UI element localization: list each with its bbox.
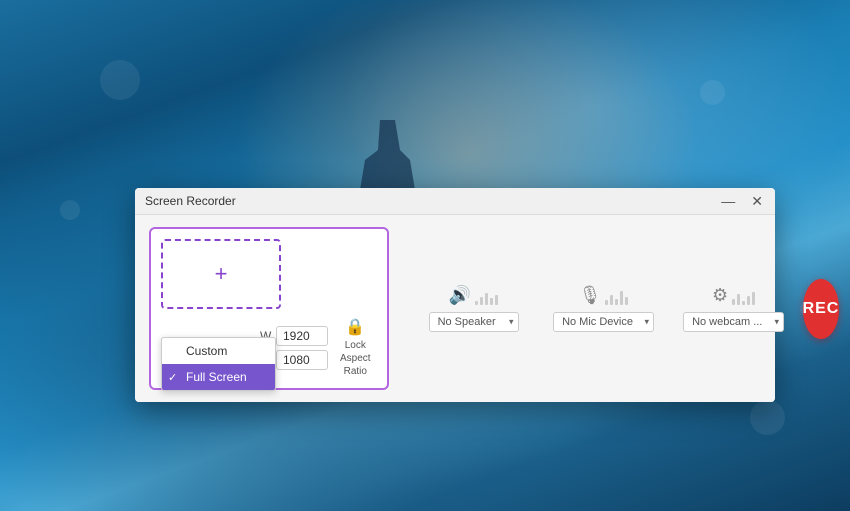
mic-icons-row: 🎙 [579, 285, 629, 306]
title-bar: Screen Recorder — ✕ [135, 188, 775, 215]
screen-recorder-window: Screen Recorder — ✕ + Full Screen Custom… [135, 188, 775, 402]
webcam-icon: ⚙ [712, 285, 728, 306]
checkmark-icon: ✓ [168, 371, 177, 384]
bubble-4 [700, 80, 725, 105]
bar-w4 [747, 296, 750, 305]
mic-select-wrapper: No Mic Device ▾ [553, 312, 654, 332]
bar-m1 [605, 300, 608, 305]
dropdown-item-fullscreen[interactable]: ✓ Full Screen [162, 364, 275, 390]
webcam-select[interactable]: No webcam ... [683, 312, 784, 332]
bar-m3 [615, 299, 618, 305]
webcam-select-wrapper: No webcam ... ▾ [683, 312, 784, 332]
speaker-select-wrapper: No Speaker ▾ [429, 312, 519, 332]
minimize-button[interactable]: — [719, 194, 737, 208]
bar-2 [480, 297, 483, 305]
plus-icon: + [215, 261, 228, 287]
speaker-icons-row: 🔊 [449, 285, 498, 306]
custom-label: Custom [186, 344, 227, 358]
height-input[interactable] [276, 350, 328, 370]
bubble-1 [100, 60, 140, 100]
mic-select[interactable]: No Mic Device [553, 312, 654, 332]
lock-icon: 🔒 [345, 317, 365, 337]
bubble-5 [750, 400, 785, 435]
speaker-group: 🔊 No Speaker ▾ [429, 285, 519, 332]
bar-m2 [610, 295, 613, 305]
bar-3 [485, 293, 488, 305]
close-button[interactable]: ✕ [749, 194, 765, 208]
webcam-bars [732, 287, 755, 305]
bar-w2 [737, 294, 740, 305]
speaker-select[interactable]: No Speaker [429, 312, 519, 332]
webcam-group: ⚙ No webcam ... ▾ [689, 285, 779, 332]
mic-group: 🎙 No Mic Device ▾ [559, 285, 649, 332]
fullscreen-label: Full Screen [186, 370, 247, 384]
bar-w5 [752, 292, 755, 305]
capture-preview[interactable]: + [161, 239, 281, 309]
bar-5 [495, 295, 498, 305]
bar-w1 [732, 299, 735, 305]
speaker-bars [475, 287, 498, 305]
bar-w3 [742, 301, 745, 305]
lock-label: Lock AspectRatio [340, 339, 371, 378]
mic-icon: 🎙 [579, 285, 602, 306]
bar-1 [475, 301, 478, 305]
width-input[interactable] [276, 326, 328, 346]
webcam-icons-row: ⚙ [712, 285, 755, 306]
lock-aspect-ratio[interactable]: 🔒 Lock AspectRatio [336, 317, 375, 378]
mic-bars [605, 287, 628, 305]
bar-m5 [625, 297, 628, 305]
dropdown-menu: Custom ✓ Full Screen [161, 337, 276, 391]
window-controls: — ✕ [719, 194, 765, 208]
bubble-2 [60, 200, 80, 220]
dropdown-item-custom[interactable]: Custom [162, 338, 275, 364]
window-title: Screen Recorder [145, 194, 236, 208]
window-content: + Full Screen Custom ▾ W [135, 215, 775, 402]
bar-m4 [620, 291, 623, 305]
speaker-icon: 🔊 [449, 285, 471, 306]
rec-button[interactable]: REC [803, 279, 840, 339]
bar-4 [490, 298, 493, 305]
capture-section: + Full Screen Custom ▾ W [149, 227, 389, 390]
